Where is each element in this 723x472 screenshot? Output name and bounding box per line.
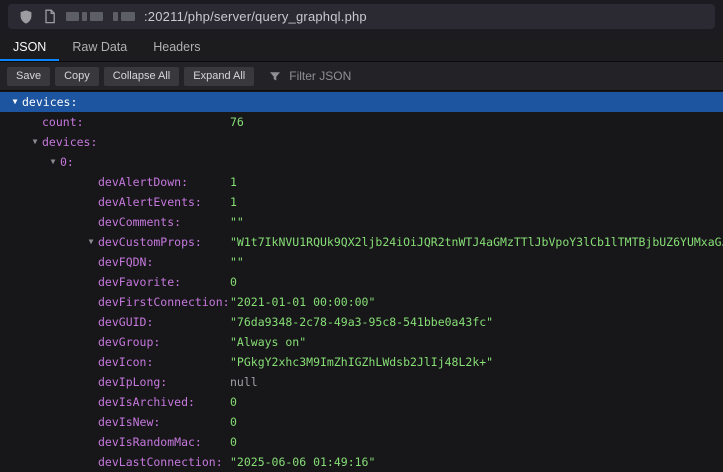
json-value: "76da9348-2c78-49a3-95c8-541bbe0a43fc"	[230, 312, 493, 332]
redacted-url-segment	[121, 12, 135, 21]
json-key: devGroup:	[98, 332, 160, 352]
json-key: devGUID:	[98, 312, 153, 332]
tab-headers[interactable]: Headers	[140, 33, 213, 61]
tree-row[interactable]: ▼0:	[0, 152, 723, 172]
expand-all-button[interactable]: Expand All	[184, 67, 254, 86]
filter-funnel-icon	[269, 70, 281, 82]
filter-json-input[interactable]	[287, 68, 491, 84]
json-value: 1	[230, 192, 237, 212]
json-value: ""	[230, 252, 244, 272]
collapse-all-button[interactable]: Collapse All	[104, 67, 179, 86]
tab-raw-data-label: Raw Data	[72, 40, 127, 54]
redacted-url-segment	[66, 12, 79, 21]
tree-row[interactable]: devLastConnection: "2025-06-06 01:49:16"	[0, 452, 723, 472]
expander-icon[interactable]: ▼	[8, 92, 22, 112]
json-key: devFirstConnection:	[98, 292, 230, 312]
tree-row[interactable]: devIcon: "PGkgY2xhc3M9ImZhIGZhLWdsb2JlIj4…	[0, 352, 723, 372]
json-key: devIcon:	[98, 352, 153, 372]
json-key: devIsRandomMac:	[98, 432, 202, 452]
json-value: "2021-01-01 00:00:00"	[230, 292, 375, 312]
json-key: devIsArchived:	[98, 392, 195, 412]
json-value: 0	[230, 412, 237, 432]
redacted-url-segment	[113, 12, 118, 21]
expander-icon[interactable]: ▼	[84, 232, 98, 252]
redacted-url-host	[66, 12, 135, 21]
json-key: devLastConnection:	[98, 452, 223, 472]
json-value: 0	[230, 272, 237, 292]
json-value: 0	[230, 392, 237, 412]
json-key: count:	[42, 112, 84, 132]
json-key: devIpLong:	[98, 372, 167, 392]
json-value: "W1t7IkNVU1RQUk9QX2ljb24iOiJQR2tnWTJ4aGM…	[230, 232, 723, 252]
json-key: devIsNew:	[98, 412, 160, 432]
tree-row[interactable]: ▼devCustomProps: "W1t7IkNVU1RQUk9QX2ljb24…	[0, 232, 723, 252]
json-key: devices:	[42, 132, 97, 152]
json-tree: ▼devices:count:76▼devices:▼0:devAlertDow…	[0, 91, 723, 472]
tree-row[interactable]: devAlertDown: 1	[0, 172, 723, 192]
json-value: 76	[230, 112, 244, 132]
redacted-url-segment	[82, 12, 87, 21]
tree-row[interactable]: count: 76	[0, 112, 723, 132]
tree-row[interactable]: devIsArchived: 0	[0, 392, 723, 412]
tree-row[interactable]: devFQDN: ""	[0, 252, 723, 272]
tree-row[interactable]: devAlertEvents: 1	[0, 192, 723, 212]
shield-icon[interactable]	[18, 9, 34, 25]
tree-row[interactable]: devComments: ""	[0, 212, 723, 232]
json-toolbar: Save Copy Collapse All Expand All	[0, 62, 723, 91]
json-key: devCustomProps:	[98, 232, 202, 252]
json-value: "PGkgY2xhc3M9ImZhIGZhLWdsb2JlIj48L2k+"	[230, 352, 493, 372]
tree-row[interactable]: ▼devices:	[0, 92, 723, 112]
tree-row[interactable]: devGroup: "Always on"	[0, 332, 723, 352]
json-key: devAlertEvents:	[98, 192, 202, 212]
copy-button[interactable]: Copy	[55, 67, 99, 86]
json-key: devices:	[22, 92, 77, 112]
tab-json-label: JSON	[13, 40, 46, 54]
url-text: :20211/php/server/query_graphql.php	[144, 9, 367, 24]
tree-row[interactable]: devIsRandomMac: 0	[0, 432, 723, 452]
tree-row[interactable]: devIpLong: null	[0, 372, 723, 392]
json-value: "2025-06-06 01:49:16"	[230, 452, 375, 472]
browser-chrome: :20211/php/server/query_graphql.php	[0, 0, 723, 33]
tree-row[interactable]: devFavorite: 0	[0, 272, 723, 292]
json-value: "Always on"	[230, 332, 306, 352]
json-key: 0:	[60, 152, 74, 172]
tree-row[interactable]: devGUID: "76da9348-2c78-49a3-95c8-541bbe0…	[0, 312, 723, 332]
json-key: devAlertDown:	[98, 172, 188, 192]
json-key: devFavorite:	[98, 272, 181, 292]
json-viewer-tabbar: JSON Raw Data Headers	[0, 33, 723, 62]
url-bar[interactable]: :20211/php/server/query_graphql.php	[8, 4, 715, 29]
page-info-icon[interactable]	[43, 9, 57, 24]
tab-raw-data[interactable]: Raw Data	[59, 33, 140, 61]
expander-icon[interactable]: ▼	[28, 132, 42, 152]
filter-json-box	[269, 68, 716, 84]
expander-icon[interactable]: ▼	[46, 152, 60, 172]
json-value: ""	[230, 212, 244, 232]
tree-row[interactable]: devFirstConnection:"2021-01-01 00:00:00"	[0, 292, 723, 312]
json-key: devComments:	[98, 212, 181, 232]
redacted-url-segment	[90, 12, 103, 21]
save-button[interactable]: Save	[7, 67, 50, 86]
tree-row[interactable]: devIsNew: 0	[0, 412, 723, 432]
json-value: null	[230, 372, 258, 392]
browser-window: :20211/php/server/query_graphql.php JSON…	[0, 0, 723, 472]
json-key: devFQDN:	[98, 252, 153, 272]
tree-row[interactable]: ▼devices:	[0, 132, 723, 152]
json-value: 1	[230, 172, 237, 192]
tab-json[interactable]: JSON	[0, 33, 59, 61]
tab-headers-label: Headers	[153, 40, 200, 54]
json-value: 0	[230, 432, 237, 452]
